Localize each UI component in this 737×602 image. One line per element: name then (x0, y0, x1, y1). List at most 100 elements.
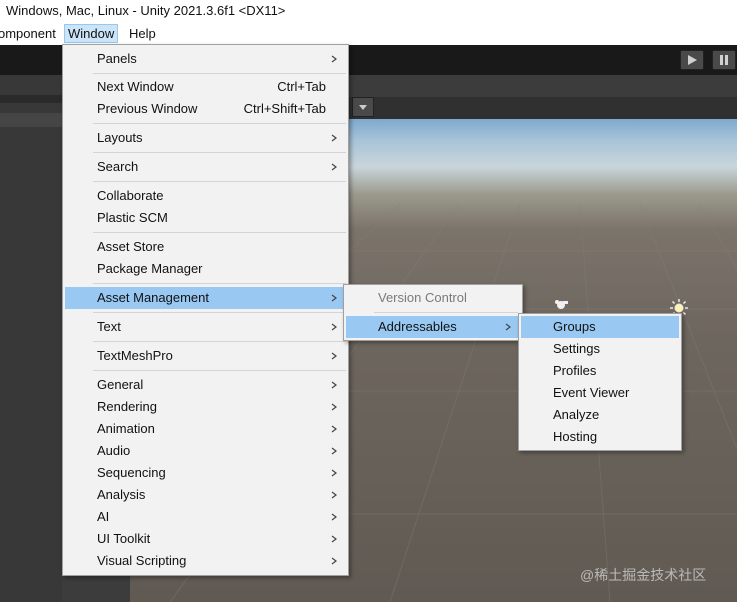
menu-separator (93, 152, 346, 153)
menu-item-settings[interactable]: Settings (521, 338, 679, 360)
menu-item-hosting[interactable]: Hosting (521, 426, 679, 448)
menu-item-text[interactable]: Text (65, 316, 346, 338)
gizmo-icon[interactable] (553, 298, 569, 310)
window-menu: Panels Next Window Ctrl+Tab Previous Win… (62, 44, 349, 576)
menu-item-search[interactable]: Search (65, 156, 346, 178)
menu-item-plastic-scm[interactable]: Plastic SCM (65, 207, 346, 229)
menu-item-label: Sequencing (97, 465, 166, 480)
menu-item-analysis[interactable]: Analysis (65, 484, 346, 506)
chevron-right-icon (331, 381, 337, 389)
menu-item-label: Panels (97, 51, 137, 66)
menu-item-label: AI (97, 509, 110, 524)
menu-item-asset-store[interactable]: Asset Store (65, 236, 346, 258)
menu-item-analyze[interactable]: Analyze (521, 404, 679, 426)
menu-separator (93, 283, 346, 284)
menu-help[interactable]: Help (129, 25, 156, 42)
play-icon (688, 55, 697, 65)
menu-separator (93, 341, 346, 342)
chevron-right-icon (331, 294, 337, 302)
menu-item-profiles[interactable]: Profiles (521, 360, 679, 382)
hierarchy-panel (0, 75, 62, 602)
menu-separator (93, 181, 346, 182)
menu-item-ui-toolkit[interactable]: UI Toolkit (65, 528, 346, 550)
menu-item-next-window[interactable]: Next Window Ctrl+Tab (65, 76, 346, 98)
menu-item-label: UI Toolkit (97, 531, 151, 546)
menu-separator (93, 73, 346, 74)
menu-item-asset-management[interactable]: Asset Management (65, 287, 346, 309)
menu-item-textmeshpro[interactable]: TextMeshPro (65, 345, 346, 367)
menu-item-label: General (97, 377, 144, 392)
chevron-right-icon (331, 403, 337, 411)
menu-item-package-manager[interactable]: Package Manager (65, 258, 346, 280)
menu-item-label: Search (97, 159, 139, 174)
menu-item-label: Addressables (378, 319, 457, 334)
menu-item-label: Analyze (553, 407, 600, 422)
chevron-right-icon (331, 447, 337, 455)
menu-item-label: Hosting (553, 429, 598, 444)
menu-item-ai[interactable]: AI (65, 506, 346, 528)
play-button[interactable] (680, 50, 704, 70)
chevron-right-icon (331, 491, 337, 499)
menu-item-groups[interactable]: Groups (521, 316, 679, 338)
chevron-right-icon (331, 55, 337, 63)
title-bar: Windows, Mac, Linux - Unity 2021.3.6f1 <… (0, 0, 737, 22)
menu-item-label: Next Window (97, 79, 174, 94)
menu-item-audio[interactable]: Audio (65, 440, 346, 462)
menu-item-collaborate[interactable]: Collaborate (65, 185, 346, 207)
menu-item-animation[interactable]: Animation (65, 418, 346, 440)
menu-item-label: Previous Window (97, 101, 198, 116)
chevron-right-icon (331, 323, 337, 331)
addressables-submenu: Groups Settings Profiles Event Viewer An… (518, 313, 682, 451)
chevron-right-icon (331, 163, 337, 171)
chevron-right-icon (505, 323, 511, 331)
menu-item-label: Visual Scripting (97, 553, 187, 568)
chevron-right-icon (331, 425, 337, 433)
chevron-right-icon (331, 513, 337, 521)
window-title: Windows, Mac, Linux - Unity 2021.3.6f1 <… (6, 3, 286, 18)
menu-window[interactable]: Window (64, 24, 119, 43)
asset-management-submenu: Version Control Addressables (343, 284, 523, 341)
pause-button[interactable] (712, 50, 736, 70)
menu-item-label: Text (97, 319, 121, 334)
panel-row (0, 113, 62, 127)
menu-item-visual-scripting[interactable]: Visual Scripting (65, 550, 346, 572)
menu-item-label: Plastic SCM (97, 210, 168, 225)
chevron-right-icon (331, 469, 337, 477)
menu-item-label: Event Viewer (553, 385, 630, 400)
menu-separator (93, 312, 346, 313)
menu-item-label: Rendering (97, 399, 157, 414)
menu-item-label: Audio (97, 443, 131, 458)
chevron-right-icon (331, 557, 337, 565)
scene-dropdown-button[interactable] (352, 97, 374, 117)
chevron-right-icon (331, 535, 337, 543)
menu-item-label: Package Manager (97, 261, 203, 276)
menu-item-label: Profiles (553, 363, 597, 378)
menu-separator (374, 312, 518, 313)
menu-bar: omponent Window Help (0, 22, 737, 45)
menu-item-label: Asset Management (97, 290, 210, 305)
menu-item-layouts[interactable]: Layouts (65, 127, 346, 149)
menu-component[interactable]: omponent (0, 25, 56, 42)
menu-item-sequencing[interactable]: Sequencing (65, 462, 346, 484)
menu-separator (93, 370, 346, 371)
menu-item-label: Groups (553, 319, 596, 334)
panel-header (0, 95, 62, 103)
watermark: @稀土掘金技术社区 (580, 567, 707, 583)
menu-item-label: Collaborate (97, 188, 164, 203)
menu-item-general[interactable]: General (65, 374, 346, 396)
menu-item-label: Settings (553, 341, 600, 356)
shortcut-label: Ctrl+Tab (277, 79, 326, 94)
menu-item-event-viewer[interactable]: Event Viewer (521, 382, 679, 404)
chevron-right-icon (331, 134, 337, 142)
menu-item-label: Layouts (97, 130, 143, 145)
menu-item-previous-window[interactable]: Previous Window Ctrl+Shift+Tab (65, 98, 346, 120)
shortcut-label: Ctrl+Shift+Tab (243, 101, 326, 116)
chevron-right-icon (331, 352, 337, 360)
menu-item-panels[interactable]: Panels (65, 48, 346, 70)
menu-item-addressables[interactable]: Addressables (346, 316, 520, 338)
menu-item-rendering[interactable]: Rendering (65, 396, 346, 418)
menu-item-label: TextMeshPro (97, 348, 173, 363)
menu-separator (93, 232, 346, 233)
pause-icon (720, 55, 728, 65)
menu-item-label: Animation (97, 421, 155, 436)
